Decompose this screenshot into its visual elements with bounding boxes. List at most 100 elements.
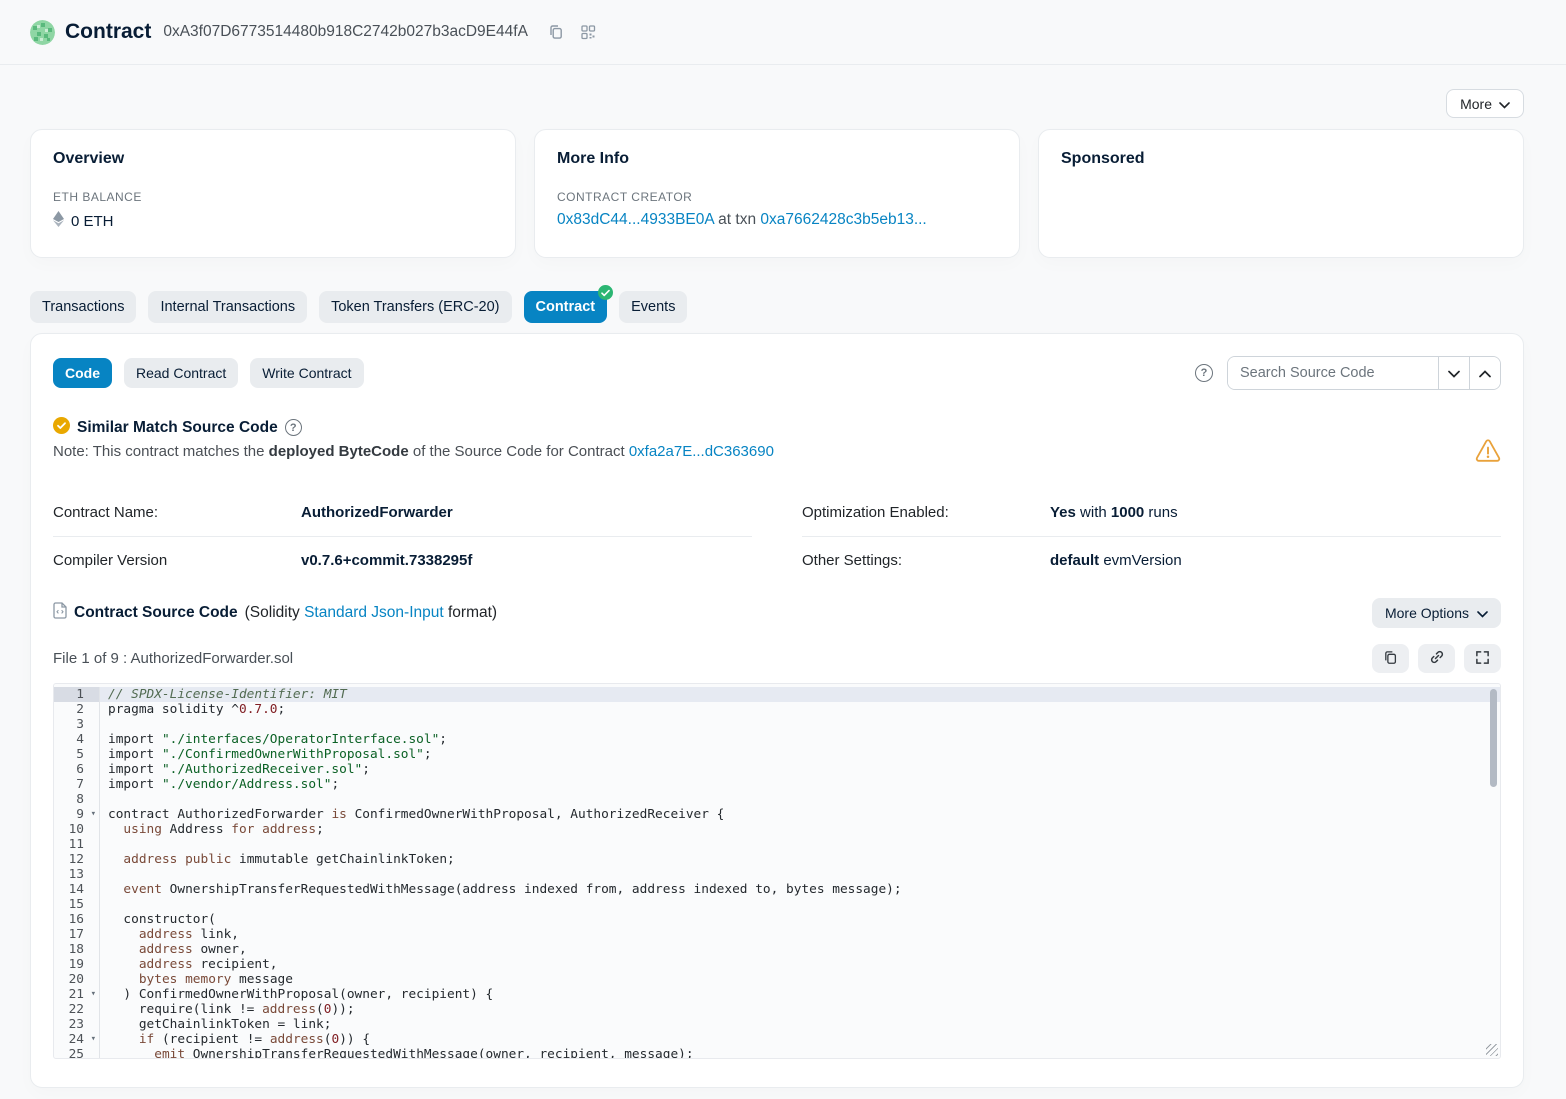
more-row: More xyxy=(30,89,1524,118)
line-number[interactable]: 19 xyxy=(54,957,100,972)
code-text: address link, xyxy=(100,927,239,942)
code-line[interactable]: 4import "./interfaces/OperatorInterface.… xyxy=(54,732,1500,747)
code-line[interactable]: 16 constructor( xyxy=(54,912,1500,927)
code-line[interactable]: 1// SPDX-License-Identifier: MIT xyxy=(54,687,1500,702)
info-cards: Overview ETH BALANCE 0 ETH More Info CON… xyxy=(30,129,1524,258)
line-number[interactable]: 25 xyxy=(54,1047,100,1059)
code-line[interactable]: 5import "./ConfirmedOwnerWithProposal.so… xyxy=(54,747,1500,762)
code-text: import "./ConfirmedOwnerWithProposal.sol… xyxy=(100,747,432,762)
code-line[interactable]: 8 xyxy=(54,792,1500,807)
search-source-input[interactable] xyxy=(1228,357,1438,389)
source-code-viewer[interactable]: 1// SPDX-License-Identifier: MIT2pragma … xyxy=(53,683,1501,1059)
creation-txn-link[interactable]: 0xa7662428c3b5eb13... xyxy=(760,211,926,228)
verified-check-badge xyxy=(598,285,613,300)
search-help-icon[interactable]: ? xyxy=(1195,364,1213,382)
creator-address-link[interactable]: 0x83dC44...4933BE0A xyxy=(557,211,714,228)
contract-name-label: Contract Name: xyxy=(53,504,301,521)
code-line[interactable]: 10 using Address for address; xyxy=(54,822,1500,837)
tab-events[interactable]: Events xyxy=(619,291,687,323)
other-settings-row: Other Settings: default evmVersion xyxy=(802,537,1501,584)
fold-arrow-icon[interactable]: ▾ xyxy=(91,1032,96,1047)
copy-address-button[interactable] xyxy=(546,22,566,42)
more-button[interactable]: More xyxy=(1446,89,1524,118)
copy-source-button[interactable] xyxy=(1372,644,1409,673)
contract-avatar xyxy=(30,20,55,45)
line-number[interactable]: 22 xyxy=(54,1002,100,1017)
line-number[interactable]: 10 xyxy=(54,822,100,837)
line-number[interactable]: 20 xyxy=(54,972,100,987)
code-line[interactable]: 11 xyxy=(54,837,1500,852)
code-line[interactable]: 19 address recipient, xyxy=(54,957,1500,972)
search-next-button[interactable] xyxy=(1438,357,1469,389)
line-number[interactable]: 9▾ xyxy=(54,807,100,822)
line-number[interactable]: 16 xyxy=(54,912,100,927)
code-scrollbar-thumb[interactable] xyxy=(1490,689,1497,787)
similar-match-help-icon[interactable]: ? xyxy=(285,419,302,436)
line-number[interactable]: 21▾ xyxy=(54,987,100,1002)
code-line[interactable]: 14 event OwnershipTransferRequestedWithM… xyxy=(54,882,1500,897)
code-line[interactable]: 15 xyxy=(54,897,1500,912)
subtab-read-contract[interactable]: Read Contract xyxy=(124,358,238,388)
more-button-label: More xyxy=(1460,96,1492,112)
eth-diamond-icon xyxy=(53,211,64,231)
code-line[interactable]: 9▾contract AuthorizedForwarder is Confir… xyxy=(54,807,1500,822)
chevron-down-icon xyxy=(1448,366,1460,381)
code-line[interactable]: 18 address owner, xyxy=(54,942,1500,957)
subtab-label: Read Contract xyxy=(136,365,226,381)
warning-triangle-icon[interactable] xyxy=(1475,439,1501,467)
matched-contract-link[interactable]: 0xfa2a7E...dC363690 xyxy=(629,443,774,460)
line-number[interactable]: 15 xyxy=(54,897,100,912)
line-number[interactable]: 13 xyxy=(54,867,100,882)
line-number[interactable]: 12 xyxy=(54,852,100,867)
line-number[interactable]: 24▾ xyxy=(54,1032,100,1047)
tab-token-transfers-erc-20[interactable]: Token Transfers (ERC-20) xyxy=(319,291,511,323)
code-line[interactable]: 25 emit OwnershipTransferRequestedWithMe… xyxy=(54,1047,1500,1059)
more-options-button[interactable]: More Options xyxy=(1372,598,1501,628)
code-text: import "./interfaces/OperatorInterface.s… xyxy=(100,732,447,747)
resize-handle[interactable] xyxy=(1486,1044,1498,1056)
expand-button[interactable] xyxy=(1464,644,1501,673)
line-number[interactable]: 1 xyxy=(54,687,100,702)
tab-label: Events xyxy=(631,299,675,315)
line-number[interactable]: 3 xyxy=(54,717,100,732)
line-number[interactable]: 5 xyxy=(54,747,100,762)
code-line[interactable]: 20 bytes memory message xyxy=(54,972,1500,987)
code-line[interactable]: 13 xyxy=(54,867,1500,882)
line-number[interactable]: 11 xyxy=(54,837,100,852)
code-line[interactable]: 21▾ ) ConfirmedOwnerWithProposal(owner, … xyxy=(54,987,1500,1002)
line-number[interactable]: 14 xyxy=(54,882,100,897)
line-number[interactable]: 18 xyxy=(54,942,100,957)
qr-code-button[interactable] xyxy=(578,22,598,42)
line-number[interactable]: 8 xyxy=(54,792,100,807)
contract-metadata: Contract Name: AuthorizedForwarder Compi… xyxy=(53,489,1501,584)
search-prev-button[interactable] xyxy=(1469,357,1500,389)
overview-card: Overview ETH BALANCE 0 ETH xyxy=(30,129,516,258)
code-line[interactable]: 22 require(link != address(0)); xyxy=(54,1002,1500,1017)
line-number[interactable]: 4 xyxy=(54,732,100,747)
fold-arrow-icon[interactable]: ▾ xyxy=(91,987,96,1002)
tab-transactions[interactable]: Transactions xyxy=(30,291,136,323)
code-text: event OwnershipTransferRequestedWithMess… xyxy=(100,882,902,897)
tab-contract[interactable]: Contract xyxy=(524,291,608,323)
subtab-write-contract[interactable]: Write Contract xyxy=(250,358,363,388)
code-line[interactable]: 6import "./AuthorizedReceiver.sol"; xyxy=(54,762,1500,777)
line-number[interactable]: 7 xyxy=(54,777,100,792)
line-number[interactable]: 6 xyxy=(54,762,100,777)
code-line[interactable]: 24▾ if (recipient != address(0)) { xyxy=(54,1032,1500,1047)
line-number[interactable]: 2 xyxy=(54,702,100,717)
code-text: // SPDX-License-Identifier: MIT xyxy=(100,687,347,702)
code-line[interactable]: 2pragma solidity ^0.7.0; xyxy=(54,702,1500,717)
code-line[interactable]: 17 address link, xyxy=(54,927,1500,942)
line-number[interactable]: 23 xyxy=(54,1017,100,1032)
code-line[interactable]: 7import "./vendor/Address.sol"; xyxy=(54,777,1500,792)
code-line[interactable]: 3 xyxy=(54,717,1500,732)
fold-arrow-icon[interactable]: ▾ xyxy=(91,807,96,822)
code-text xyxy=(100,837,108,852)
line-number[interactable]: 17 xyxy=(54,927,100,942)
subtab-code[interactable]: Code xyxy=(53,358,112,388)
json-input-link[interactable]: Standard Json-Input xyxy=(304,604,444,621)
code-line[interactable]: 12 address public immutable getChainlink… xyxy=(54,852,1500,867)
tab-internal-transactions[interactable]: Internal Transactions xyxy=(148,291,307,323)
permalink-button[interactable] xyxy=(1418,644,1455,673)
code-line[interactable]: 23 getChainlinkToken = link; xyxy=(54,1017,1500,1032)
